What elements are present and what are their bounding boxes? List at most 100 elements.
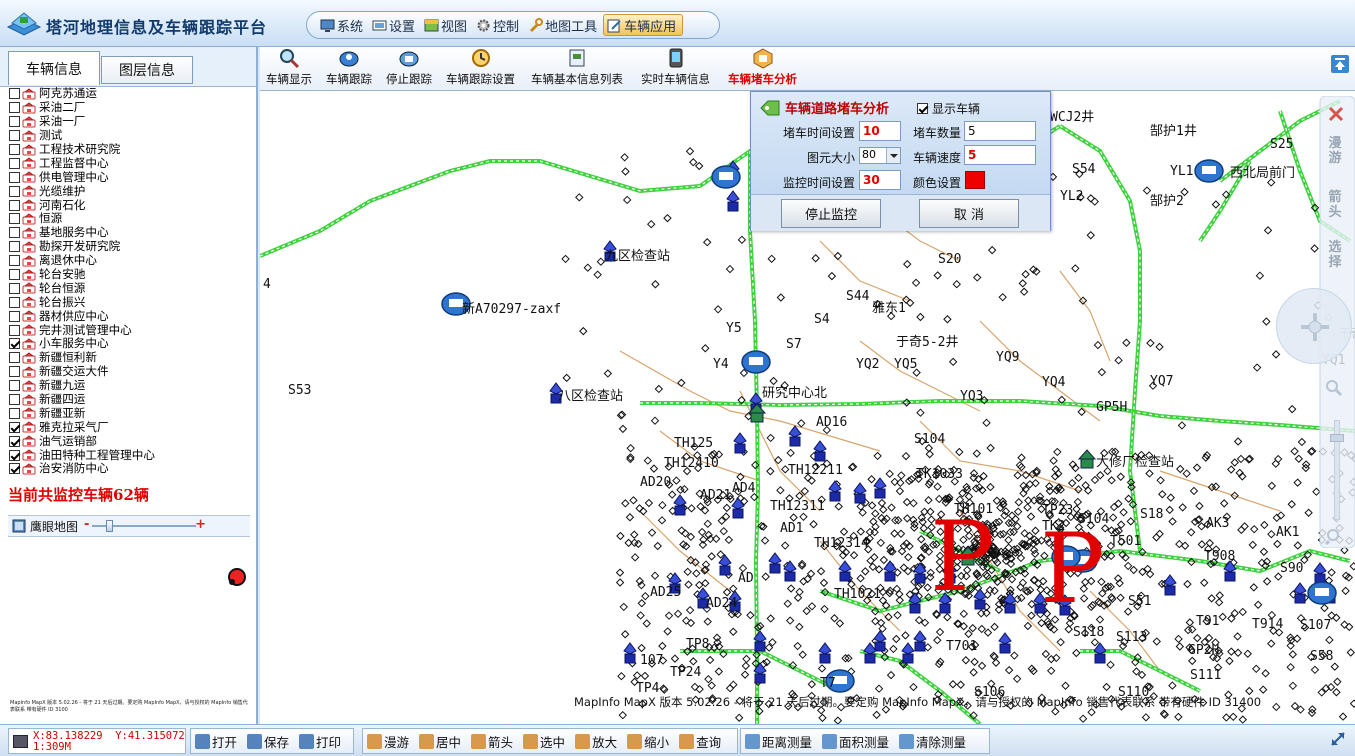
jam-time-input[interactable]: 10 xyxy=(859,121,901,141)
eagle-eye-map[interactable] xyxy=(8,538,252,724)
vehicle-group-item[interactable]: 新疆交运大件 xyxy=(0,365,250,379)
group-checkbox[interactable] xyxy=(9,227,20,239)
vehicle-group-item[interactable]: 器材供应中心 xyxy=(0,309,250,323)
group-checkbox[interactable] xyxy=(9,421,20,433)
vehicle-group-item[interactable]: 采油二厂 xyxy=(0,101,250,115)
vehicle-group-item[interactable]: 雅克拉采气厂 xyxy=(0,420,250,434)
stop-track-button[interactable]: 停止跟踪 xyxy=(386,47,432,91)
vehicle-group-item[interactable]: 新疆恒利新 xyxy=(0,351,250,365)
vehicle-group-item[interactable]: 油田特种工程管理中心 xyxy=(0,448,250,462)
clear-button[interactable]: 清除测量 xyxy=(895,730,972,752)
group-checkbox[interactable] xyxy=(9,102,20,114)
dropdown-arrow-icon[interactable] xyxy=(886,148,900,163)
save-button[interactable]: 保存 xyxy=(243,730,295,752)
group-checkbox[interactable] xyxy=(9,449,20,461)
vehicle-group-item[interactable]: 轮台安驰 xyxy=(0,268,250,282)
menu-map-tools[interactable]: 地图工具 xyxy=(525,14,603,36)
vehicle-group-item[interactable]: 供电管理中心 xyxy=(0,170,250,184)
group-checkbox[interactable] xyxy=(9,435,20,447)
eagle-zoom-knob[interactable] xyxy=(106,520,114,532)
group-checkbox[interactable] xyxy=(9,255,20,267)
resize-icon[interactable] xyxy=(1329,730,1347,748)
group-checkbox[interactable] xyxy=(9,171,20,183)
group-checkbox[interactable] xyxy=(9,338,20,350)
track-settings-button[interactable]: 车辆跟踪设置 xyxy=(446,47,515,91)
vehicle-group-item[interactable]: 新疆四运 xyxy=(0,393,250,407)
group-checkbox[interactable] xyxy=(9,282,20,294)
vehicle-group-item[interactable]: 采油一厂 xyxy=(0,115,250,129)
group-checkbox[interactable] xyxy=(9,296,20,308)
eagle-zoom-plus[interactable]: + xyxy=(195,517,206,532)
vehicle-group-item[interactable]: 河南石化 xyxy=(0,198,250,212)
menu-control[interactable]: 控制 xyxy=(473,14,525,36)
select-mode-label[interactable]: 选择 xyxy=(1326,240,1344,270)
vehicle-group-item[interactable]: 小车服务中心 xyxy=(0,337,250,351)
open-button[interactable]: 打开 xyxy=(191,730,243,752)
group-checkbox[interactable] xyxy=(9,213,20,225)
pan-mode-label[interactable]: 漫游 xyxy=(1326,136,1344,166)
vehicle-group-item[interactable]: 基地服务中心 xyxy=(0,226,250,240)
eagle-zoom-slider[interactable]: - + xyxy=(84,517,206,532)
vehicle-group-item[interactable]: 光缆维护 xyxy=(0,184,250,198)
group-checkbox[interactable] xyxy=(9,241,20,253)
vehicle-group-item[interactable]: 轮台振兴 xyxy=(0,295,250,309)
vehicle-group-item[interactable]: 恒源 xyxy=(0,212,250,226)
vehicle-group-item[interactable]: 工程监督中心 xyxy=(0,156,250,170)
anchor-button[interactable]: 箭头 xyxy=(467,730,519,752)
speed-input[interactable]: 5 xyxy=(964,145,1036,165)
vehicle-show-button[interactable]: 车辆显示 xyxy=(266,47,312,91)
vehicle-group-item[interactable]: 新疆九运 xyxy=(0,379,250,393)
tab-vehicle-info[interactable]: 车辆信息 xyxy=(8,51,100,85)
zoom-out-map-icon[interactable] xyxy=(1324,526,1344,546)
query-button[interactable]: 查询 xyxy=(675,730,727,752)
menu-view[interactable]: 视图 xyxy=(421,14,473,36)
group-checkbox[interactable] xyxy=(9,185,20,197)
vehicle-group-item[interactable]: 完井测试管理中心 xyxy=(0,323,250,337)
show-vehicles-checkbox[interactable] xyxy=(917,103,928,114)
print-button[interactable]: 打印 xyxy=(295,730,347,752)
vehicle-track-button[interactable]: 车辆跟踪 xyxy=(326,47,372,91)
vehicle-group-item[interactable]: 治安消防中心 xyxy=(0,462,250,476)
color-swatch[interactable] xyxy=(965,171,985,189)
hand-button[interactable]: 漫游 xyxy=(363,730,415,752)
group-checkbox[interactable] xyxy=(9,394,20,406)
group-checkbox[interactable] xyxy=(9,88,20,100)
group-checkbox[interactable] xyxy=(9,130,20,142)
vehicle-group-item[interactable]: 测试 xyxy=(0,129,250,143)
group-checkbox[interactable] xyxy=(9,144,20,155)
vehicle-group-item[interactable]: 勘探开发研究院 xyxy=(0,240,250,254)
group-checkbox[interactable] xyxy=(9,380,20,392)
pan-compass[interactable] xyxy=(1276,288,1352,364)
stop-monitor-button[interactable]: 停止监控 xyxy=(781,199,881,228)
arrow-mode-label[interactable]: 箭头 xyxy=(1326,190,1344,220)
group-checkbox[interactable] xyxy=(9,352,20,364)
center-button[interactable]: 居中 xyxy=(415,730,467,752)
icon-size-select[interactable]: 80 xyxy=(859,147,901,164)
group-checkbox[interactable] xyxy=(9,324,20,336)
zoom-in-map-icon[interactable] xyxy=(1324,378,1344,398)
group-checkbox[interactable] xyxy=(9,310,20,322)
group-checkbox[interactable] xyxy=(9,463,20,475)
show-vehicles-option[interactable]: 显示车辆 xyxy=(917,100,980,117)
group-checkbox[interactable] xyxy=(9,157,20,169)
zoom-in-button[interactable]: 放大 xyxy=(571,730,623,752)
jam-count-input[interactable]: 5 xyxy=(964,121,1036,141)
eagle-zoom-minus[interactable]: - xyxy=(84,517,89,532)
group-checkbox[interactable] xyxy=(9,269,20,281)
group-checkbox[interactable] xyxy=(9,407,20,419)
jam-analysis-button[interactable]: 车辆堵车分析 xyxy=(728,47,797,91)
menu-vehicle-apps[interactable]: 车辆应用 xyxy=(603,14,684,36)
cancel-button[interactable]: 取 消 xyxy=(919,199,1019,228)
group-checkbox[interactable] xyxy=(9,116,20,128)
menu-system[interactable]: 系统 xyxy=(317,14,369,36)
vehicle-list-button[interactable]: 车辆基本信息列表 xyxy=(531,47,623,91)
group-checkbox[interactable] xyxy=(9,199,20,211)
menu-settings[interactable]: 设置 xyxy=(369,14,421,36)
monitor-time-input[interactable]: 30 xyxy=(859,170,901,190)
vehicle-group-item[interactable]: 轮台恒源 xyxy=(0,281,250,295)
realtime-info-button[interactable]: 实时车辆信息 xyxy=(641,47,710,91)
collapse-button[interactable] xyxy=(1331,55,1349,73)
zoom-slider-knob[interactable] xyxy=(1330,434,1344,442)
vehicle-group-item[interactable]: 离退休中心 xyxy=(0,254,250,268)
vehicle-group-item[interactable]: 新疆亚新 xyxy=(0,406,250,420)
